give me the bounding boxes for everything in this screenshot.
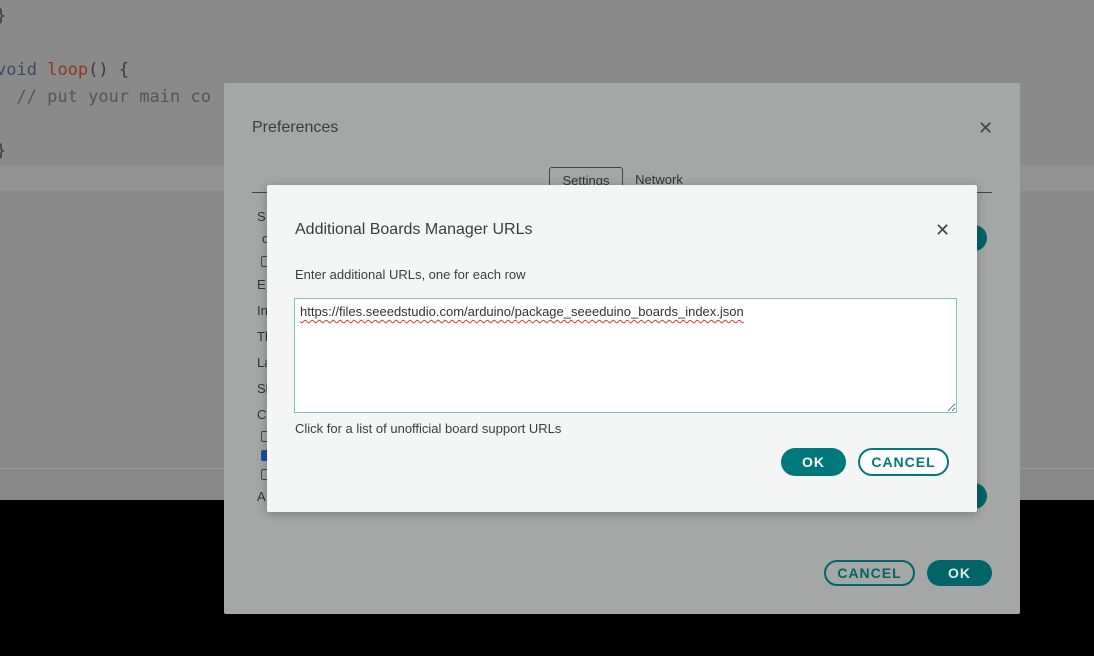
dialog-title: Additional Boards Manager URLs (295, 221, 533, 238)
setting-label-fragment: E (257, 277, 266, 292)
setting-label-fragment: C (257, 407, 267, 422)
code-line-1: } (0, 6, 6, 26)
preferences-ok-button[interactable]: OK (927, 560, 992, 586)
code-line-2: void loop() { (0, 60, 129, 80)
preferences-close-icon[interactable]: ✕ (978, 119, 993, 137)
code-line-4: } (0, 141, 6, 161)
unofficial-urls-link[interactable]: Click for a list of unofficial board sup… (295, 421, 561, 436)
urls-textarea[interactable]: https://files.seeedstudio.com/arduino/pa… (294, 298, 957, 413)
setting-label-fragment: S (257, 209, 266, 224)
code-punctuation: () { (88, 60, 130, 80)
cancel-button[interactable]: CANCEL (858, 448, 949, 476)
ok-button[interactable]: OK (781, 448, 846, 476)
boards-manager-urls-dialog: Additional Boards Manager URLs ✕ Enter a… (267, 185, 977, 512)
code-line-3: // put your main co (0, 87, 211, 107)
preferences-cancel-button[interactable]: CANCEL (824, 560, 915, 586)
dialog-instruction: Enter additional URLs, one for each row (295, 267, 526, 282)
setting-label-fragment: A (257, 489, 266, 504)
code-function-name: loop (47, 60, 89, 80)
preferences-title: Preferences (252, 119, 339, 136)
code-keyword: void (0, 60, 37, 80)
close-icon[interactable]: ✕ (935, 221, 950, 239)
